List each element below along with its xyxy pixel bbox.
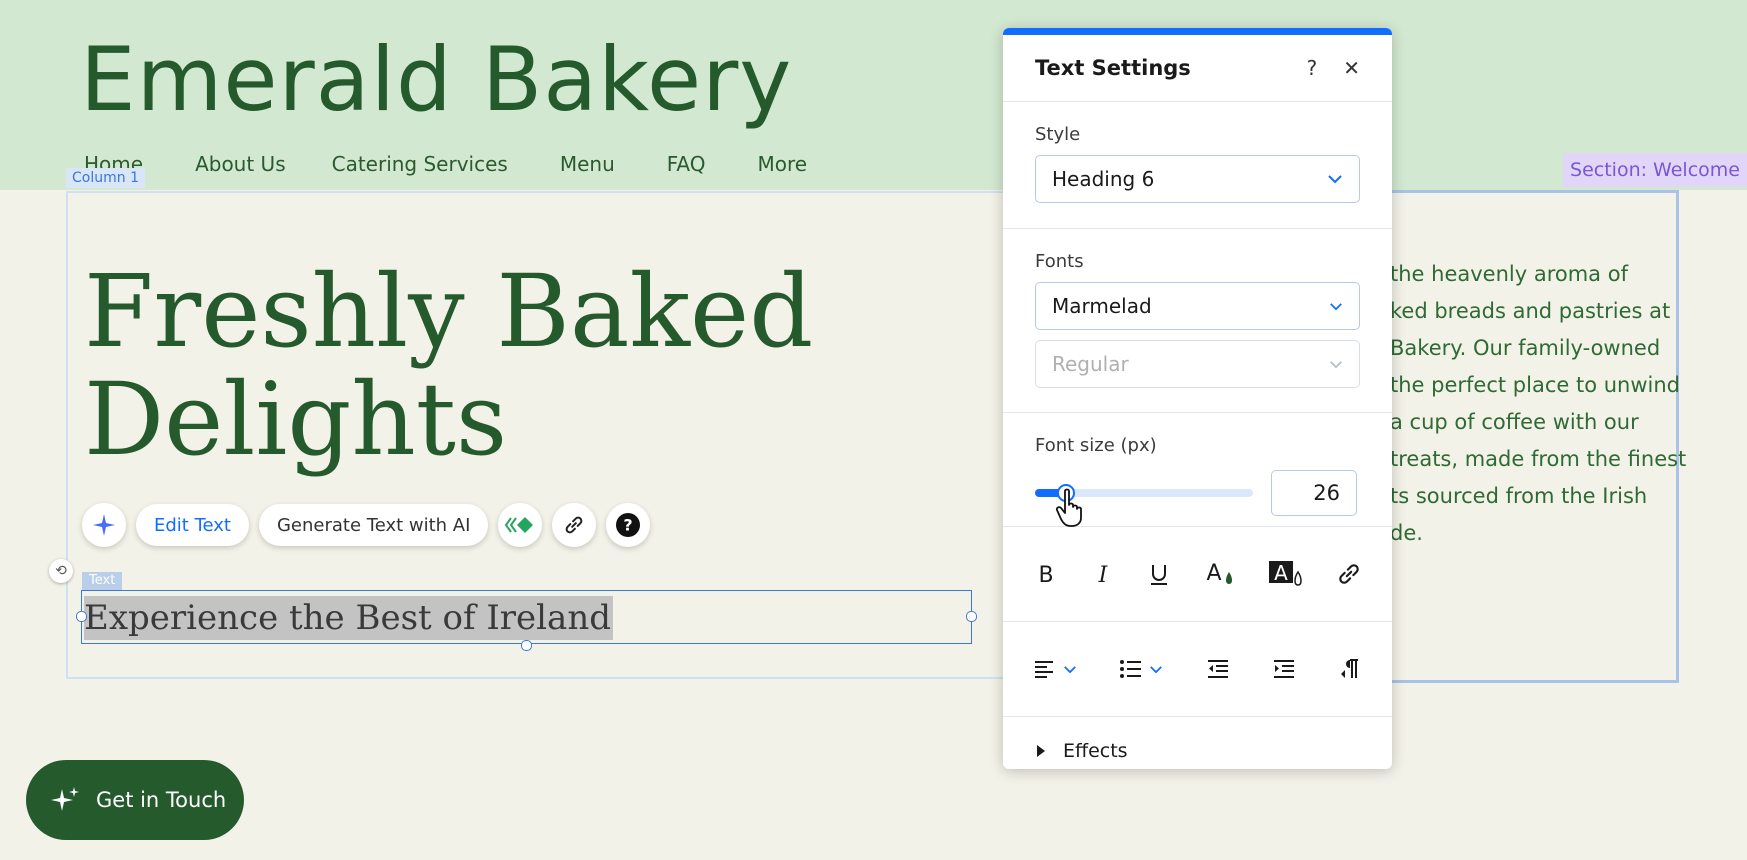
animation-button[interactable] <box>498 503 543 547</box>
increase-indent-icon[interactable] <box>1272 658 1296 680</box>
svg-text:B: B <box>1038 563 1053 587</box>
hero-line-1: Freshly Baked <box>84 253 814 370</box>
hero-line-2: Delights <box>84 361 508 478</box>
hero-heading[interactable]: Freshly Baked Delights <box>84 258 813 474</box>
paragraph-line: ts sourced from the Irish <box>1390 484 1648 508</box>
decrease-indent-icon[interactable] <box>1206 658 1230 680</box>
align-left-icon <box>1035 661 1053 678</box>
text-direction-icon[interactable] <box>1338 658 1362 680</box>
style-value: Heading 6 <box>1052 167 1155 191</box>
link-icon <box>566 516 583 534</box>
paragraph-line: the perfect place to unwind <box>1390 373 1680 397</box>
chevron-down-icon <box>1064 665 1076 673</box>
nav-item-menu[interactable]: Menu <box>560 152 615 176</box>
svg-text:?: ? <box>624 516 633 535</box>
underline-icon[interactable] <box>1146 561 1172 587</box>
font-size-label: Font size (px) <box>1035 435 1157 456</box>
style-label: Style <box>1035 124 1081 145</box>
help-icon: ? <box>616 513 641 537</box>
help-button[interactable]: ? <box>606 503 651 547</box>
animation-icon <box>505 517 534 533</box>
svg-text:A: A <box>1275 561 1289 585</box>
panel-title: Text Settings <box>1035 56 1191 80</box>
edit-text-button[interactable]: Edit Text <box>136 504 249 546</box>
text-element-tag[interactable]: Text <box>82 572 123 590</box>
panel-header: Text Settings ? ✕ <box>1003 35 1392 102</box>
bold-icon[interactable]: B <box>1033 561 1059 587</box>
highlight-color-icon[interactable]: A <box>1267 559 1305 589</box>
section-badge[interactable]: Section: Welcome <box>1563 153 1747 187</box>
column-label[interactable]: Column 1 <box>66 168 145 188</box>
paragraph-line: Bakery. Our family-owned <box>1390 336 1661 360</box>
text-settings-panel: Text Settings ? ✕ Style Heading 6 Fonts … <box>1003 28 1392 769</box>
get-in-touch-button[interactable]: Get in Touch <box>26 760 244 840</box>
welcome-paragraph[interactable]: the heavenly aroma of ked breads and pas… <box>1390 256 1690 552</box>
help-icon[interactable]: ? <box>1307 56 1318 80</box>
font-size-input[interactable]: 26 <box>1271 470 1357 516</box>
paragraph-line: de. <box>1390 521 1423 545</box>
nav-item-catering[interactable]: Catering Services <box>332 152 508 176</box>
resize-handle-left[interactable] <box>76 611 87 622</box>
formatting-row: B I A A <box>1003 527 1392 622</box>
resize-handle-bottom[interactable] <box>521 640 532 651</box>
style-dropdown[interactable]: Heading 6 <box>1035 155 1360 203</box>
nav-item-more[interactable]: More <box>758 152 808 176</box>
fonts-section: Fonts Marmelad Regular <box>1003 229 1392 413</box>
effects-label: Effects <box>1063 740 1128 762</box>
nav-item-about[interactable]: About Us <box>195 152 286 176</box>
paragraph-line: ked breads and pastries at <box>1390 299 1671 323</box>
bulleted-list-icon <box>1120 660 1142 678</box>
hand-cursor-icon <box>1055 488 1082 527</box>
site-title[interactable]: Emerald Bakery <box>80 28 792 131</box>
alignment-row <box>1003 622 1392 717</box>
sparkle-icon <box>93 514 115 536</box>
svg-text:A: A <box>1206 561 1221 586</box>
fonts-label: Fonts <box>1035 251 1084 272</box>
rotate-icon[interactable]: ⟲ <box>49 559 73 583</box>
close-icon[interactable]: ✕ <box>1343 56 1360 80</box>
link-icon[interactable] <box>1336 561 1362 587</box>
chevron-down-icon <box>1330 302 1342 310</box>
nav-item-faq[interactable]: FAQ <box>667 152 706 176</box>
sparkle-icon <box>51 787 79 811</box>
caret-right-icon <box>1037 745 1045 757</box>
font-dropdown[interactable]: Marmelad <box>1035 282 1360 330</box>
element-toolbar: Edit Text Generate Text with AI ? <box>82 503 651 547</box>
chevron-down-icon <box>1330 360 1342 368</box>
selection-box[interactable] <box>81 590 972 644</box>
chevron-down-icon <box>1150 665 1163 673</box>
resize-handle-right[interactable] <box>966 611 977 622</box>
link-button[interactable] <box>552 503 597 547</box>
svg-text:I: I <box>1097 563 1108 587</box>
panel-drag-bar[interactable] <box>1003 28 1392 35</box>
italic-icon[interactable]: I <box>1090 561 1116 587</box>
font-weight-dropdown[interactable]: Regular <box>1035 340 1360 388</box>
align-dropdown[interactable] <box>1033 658 1077 680</box>
get-in-touch-label: Get in Touch <box>96 788 227 812</box>
chevron-down-icon <box>1328 175 1342 184</box>
font-value: Marmelad <box>1052 294 1152 318</box>
font-weight-placeholder: Regular <box>1052 352 1129 376</box>
effects-toggle[interactable]: Effects <box>1003 717 1392 769</box>
list-dropdown[interactable] <box>1119 658 1163 680</box>
paragraph-line: a cup of coffee with our <box>1390 410 1639 434</box>
paragraph-line: the heavenly aroma of <box>1390 262 1628 286</box>
text-color-icon[interactable]: A <box>1203 560 1237 588</box>
site-nav: Home About Us Catering Services Menu FAQ… <box>84 152 807 176</box>
generate-text-ai-button[interactable]: Generate Text with AI <box>258 504 489 546</box>
paragraph-line: treats, made from the finest <box>1390 447 1687 471</box>
style-section: Style Heading 6 <box>1003 102 1392 229</box>
ai-assistant-button[interactable] <box>82 503 126 547</box>
